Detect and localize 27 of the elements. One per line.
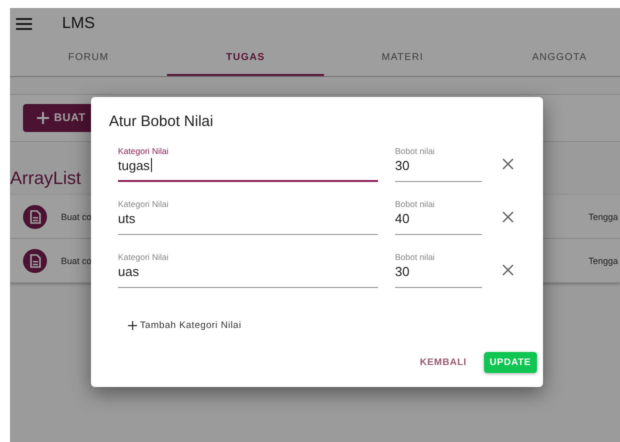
back-button[interactable]: KEMBALI	[414, 352, 473, 373]
weight-field[interactable]: Bobot nilai 30	[395, 146, 482, 182]
document-icon	[23, 248, 47, 272]
tab[interactable]: MATERI	[324, 40, 481, 76]
list-item-title: Buat co	[61, 256, 92, 266]
plus-icon	[128, 321, 137, 330]
menu-icon[interactable]	[16, 18, 32, 30]
list-item-date: Tengga	[588, 256, 618, 266]
dialog-title: Atur Bobot Nilai	[109, 113, 214, 130]
weight-field[interactable]: Bobot nilai 30	[395, 252, 482, 288]
add-category-button[interactable]: Tambah Kategori Nilai	[128, 320, 242, 331]
category-field[interactable]: Kategori Nilai uas	[118, 252, 378, 288]
weight-field[interactable]: Bobot nilai 40	[395, 198, 482, 234]
tab[interactable]: FORUM	[10, 40, 167, 76]
close-icon[interactable]	[502, 210, 514, 222]
app-title: LMS	[62, 15, 95, 33]
list-item-date: Tengga	[588, 212, 618, 222]
section-title: ArrayList	[10, 168, 82, 189]
tab[interactable]: ANGGOTA	[481, 40, 620, 76]
plus-icon	[37, 112, 49, 124]
category-field[interactable]: Kategori Nilai uts	[118, 198, 378, 234]
document-icon	[23, 204, 47, 228]
close-icon[interactable]	[502, 264, 514, 276]
tab[interactable]: TUGAS	[167, 40, 324, 76]
list-item-title: Buat co	[61, 212, 92, 222]
category-field[interactable]: Kategori Nilai tugas	[118, 146, 378, 182]
close-icon[interactable]	[502, 158, 514, 170]
